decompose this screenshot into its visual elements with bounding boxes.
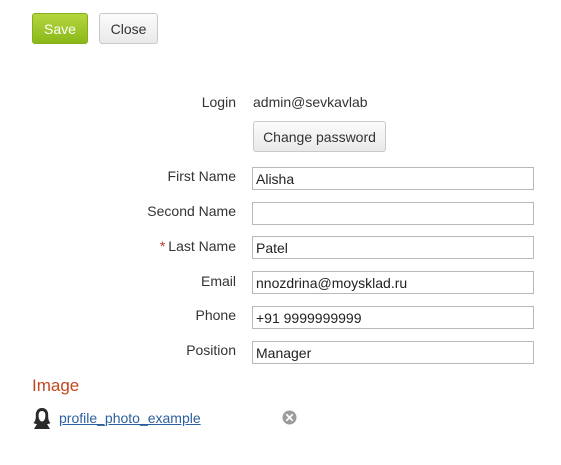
profile-photo-link[interactable]: profile_photo_example [59, 410, 201, 426]
last-name-input[interactable] [252, 236, 534, 259]
email-label: Email [200, 273, 236, 289]
second-name-label: Second Name [147, 203, 236, 219]
last-name-label-row: * Last Name [76, 238, 236, 254]
last-name-label: Last Name [168, 238, 236, 254]
second-name-input[interactable] [252, 202, 534, 225]
email-input[interactable] [252, 271, 534, 294]
image-section-title: Image [32, 376, 80, 395]
save-button[interactable]: Save [32, 13, 88, 44]
position-input[interactable] [252, 341, 534, 364]
login-label: Login [201, 94, 236, 110]
phone-label: Phone [195, 307, 236, 323]
close-button[interactable]: Close [99, 13, 158, 44]
required-marker: * [159, 238, 166, 254]
position-label: Position [186, 342, 236, 358]
change-password-button[interactable]: Change password [253, 121, 386, 152]
login-value: admin@sevkavlab [253, 94, 368, 110]
user-silhouette-icon [33, 408, 51, 429]
first-name-input[interactable] [252, 167, 534, 190]
remove-circle-icon[interactable] [282, 410, 297, 425]
phone-input[interactable] [252, 306, 534, 329]
first-name-label: First Name [167, 168, 236, 184]
